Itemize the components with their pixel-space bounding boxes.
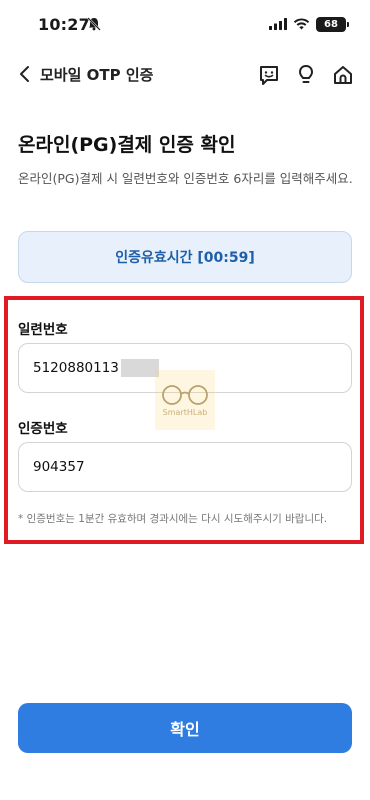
confirm-button[interactable]: 확인 bbox=[18, 703, 352, 753]
serial-label: 일련번호 bbox=[18, 322, 68, 338]
validity-note: * 인증번호는 1분간 유효하며 경과시에는 다시 시도해주시기 바랍니다. bbox=[18, 513, 328, 525]
otp-input[interactable]: 904357 bbox=[18, 442, 352, 492]
wifi-icon bbox=[293, 15, 310, 34]
confirm-label: 확인 bbox=[170, 720, 200, 739]
masked-digits bbox=[120, 359, 159, 377]
lightbulb-icon[interactable] bbox=[293, 62, 319, 88]
watermark: SmartHLab bbox=[155, 370, 215, 430]
glasses-icon bbox=[162, 384, 208, 405]
nav-bar: 모바일 OTP 인증 bbox=[0, 54, 370, 94]
timer-text: 인증유효시간 [00:59] bbox=[115, 250, 255, 266]
bell-off-icon bbox=[86, 16, 102, 32]
signal-icon bbox=[269, 15, 287, 34]
otp-value: 904357 bbox=[33, 459, 85, 475]
serial-value: 5120880113 bbox=[33, 360, 119, 376]
chat-face-icon[interactable] bbox=[256, 62, 282, 88]
page-header-title: 모바일 OTP 인증 bbox=[40, 66, 154, 84]
battery-icon: 68 bbox=[316, 17, 349, 32]
home-icon[interactable] bbox=[330, 62, 356, 88]
page-title: 온라인(PG)결제 인증 확인 bbox=[18, 134, 236, 156]
status-time: 10:27 bbox=[38, 15, 90, 34]
watermark-text: SmartHLab bbox=[162, 407, 208, 417]
status-icons: 68 bbox=[269, 15, 349, 34]
page-description: 온라인(PG)결제 시 일련번호와 인증번호 6자리를 입력해주세요. bbox=[18, 171, 353, 186]
validity-timer: 인증유효시간 [00:59] bbox=[18, 231, 352, 283]
status-bar: 10:27 68 bbox=[0, 0, 370, 46]
otp-label: 인증번호 bbox=[18, 421, 68, 437]
back-chevron-icon[interactable] bbox=[14, 62, 36, 86]
